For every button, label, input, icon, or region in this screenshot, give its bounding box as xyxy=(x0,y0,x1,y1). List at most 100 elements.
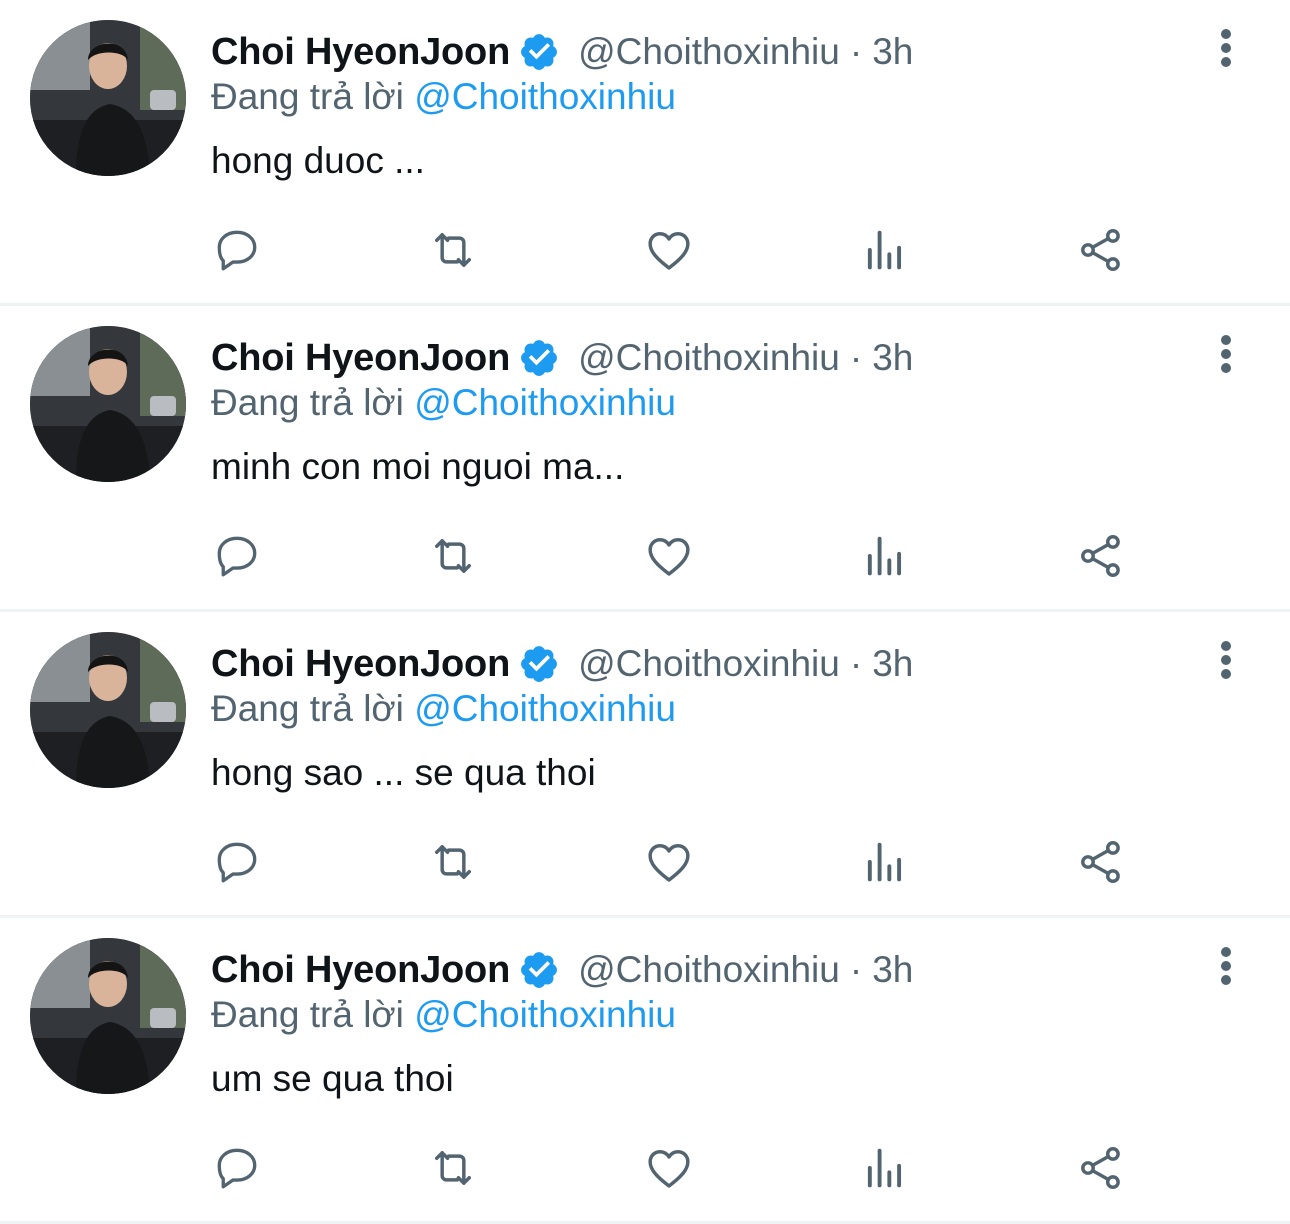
share-button[interactable] xyxy=(1073,834,1129,890)
retweet-button[interactable] xyxy=(425,1140,481,1196)
separator-dot: · xyxy=(849,337,863,378)
more-options-button[interactable] xyxy=(1204,20,1248,76)
avatar[interactable] xyxy=(30,20,186,176)
replying-to-line: Đang trả lời @Choithoxinhiu xyxy=(211,382,676,424)
tweet-header: Choi HyeonJoon @Choithoxinhiu · 3h xyxy=(211,26,913,78)
tweet-text: um se qua thoi xyxy=(211,1058,454,1099)
retweet-icon xyxy=(435,845,471,879)
share-icon xyxy=(1081,1146,1120,1190)
tweet-actions xyxy=(0,528,1290,584)
replying-to-line: Đang trả lời @Choithoxinhiu xyxy=(211,76,676,118)
tweet-text: hong sao ... se qua thoi xyxy=(211,752,596,793)
reply-icon xyxy=(217,230,257,271)
reply-button[interactable] xyxy=(209,222,265,278)
tweet[interactable]: Choi HyeonJoon @Choithoxinhiu · 3h Đang … xyxy=(0,0,1290,306)
heart-icon xyxy=(648,232,690,270)
author-handle[interactable]: @Choithoxinhiu xyxy=(578,31,840,73)
reply-icon xyxy=(217,536,257,577)
separator-dot: · xyxy=(849,31,863,72)
author-handle[interactable]: @Choithoxinhiu xyxy=(578,949,840,991)
tweet-header: Choi HyeonJoon @Choithoxinhiu · 3h xyxy=(211,944,913,996)
avatar[interactable] xyxy=(30,632,186,788)
reply-icon xyxy=(217,842,257,883)
tweet[interactable]: Choi HyeonJoon @Choithoxinhiu · 3h Đang … xyxy=(0,306,1290,612)
verified-badge-icon xyxy=(518,337,560,379)
tweet-actions xyxy=(0,834,1290,890)
more-vertical-icon xyxy=(1221,335,1231,373)
share-button[interactable] xyxy=(1073,528,1129,584)
avatar-photo-icon xyxy=(30,326,186,482)
share-icon xyxy=(1081,534,1120,578)
retweet-icon xyxy=(435,233,471,267)
verified-badge-icon xyxy=(518,31,560,73)
views-button[interactable] xyxy=(857,222,913,278)
separator-dot: · xyxy=(849,949,863,990)
replying-to-handle-link[interactable]: @Choithoxinhiu xyxy=(414,382,676,423)
more-options-button[interactable] xyxy=(1204,938,1248,994)
verified-badge-icon xyxy=(518,949,560,991)
replying-prefix: Đang trả lời xyxy=(211,76,404,117)
share-button[interactable] xyxy=(1073,222,1129,278)
avatar[interactable] xyxy=(30,326,186,482)
author-name[interactable]: Choi HyeonJoon xyxy=(211,643,510,686)
heart-icon xyxy=(648,538,690,576)
share-icon xyxy=(1081,840,1120,884)
like-button[interactable] xyxy=(641,222,697,278)
avatar-photo-icon xyxy=(30,938,186,1094)
retweet-icon xyxy=(435,539,471,573)
views-button[interactable] xyxy=(857,834,913,890)
tweet-timestamp[interactable]: 3h xyxy=(872,337,913,379)
tweet[interactable]: Choi HyeonJoon @Choithoxinhiu · 3h Đang … xyxy=(0,918,1290,1224)
share-button[interactable] xyxy=(1073,1140,1129,1196)
more-vertical-icon xyxy=(1221,29,1231,67)
avatar-photo-icon xyxy=(30,20,186,176)
more-options-button[interactable] xyxy=(1204,326,1248,382)
retweet-button[interactable] xyxy=(425,528,481,584)
author-name[interactable]: Choi HyeonJoon xyxy=(211,949,510,992)
views-icon xyxy=(867,230,902,270)
avatar-photo-icon xyxy=(30,632,186,788)
verified-badge-icon xyxy=(518,643,560,685)
like-button[interactable] xyxy=(641,1140,697,1196)
tweet-timestamp[interactable]: 3h xyxy=(872,643,913,685)
more-options-button[interactable] xyxy=(1204,632,1248,688)
views-button[interactable] xyxy=(857,528,913,584)
views-button[interactable] xyxy=(857,1140,913,1196)
like-button[interactable] xyxy=(641,834,697,890)
reply-icon xyxy=(217,1148,257,1189)
author-handle[interactable]: @Choithoxinhiu xyxy=(578,643,840,685)
author-name[interactable]: Choi HyeonJoon xyxy=(211,31,510,74)
author-handle[interactable]: @Choithoxinhiu xyxy=(578,337,840,379)
more-vertical-icon xyxy=(1221,641,1231,679)
reply-button[interactable] xyxy=(209,834,265,890)
views-icon xyxy=(867,536,902,576)
tweet-timestamp[interactable]: 3h xyxy=(872,31,913,73)
reply-button[interactable] xyxy=(209,528,265,584)
replying-prefix: Đang trả lời xyxy=(211,994,404,1035)
replying-to-line: Đang trả lời @Choithoxinhiu xyxy=(211,688,676,730)
tweet-actions xyxy=(0,1140,1290,1196)
tweet-text: hong duoc ... xyxy=(211,140,425,181)
replying-to-handle-link[interactable]: @Choithoxinhiu xyxy=(414,76,676,117)
retweet-button[interactable] xyxy=(425,222,481,278)
replying-to-handle-link[interactable]: @Choithoxinhiu xyxy=(414,994,676,1035)
replying-prefix: Đang trả lời xyxy=(211,382,404,423)
tweet-timestamp[interactable]: 3h xyxy=(872,949,913,991)
like-button[interactable] xyxy=(641,528,697,584)
more-vertical-icon xyxy=(1221,947,1231,985)
heart-icon xyxy=(648,844,690,882)
views-icon xyxy=(867,1148,902,1188)
avatar[interactable] xyxy=(30,938,186,1094)
author-name[interactable]: Choi HyeonJoon xyxy=(211,337,510,380)
views-icon xyxy=(867,842,902,882)
replying-to-line: Đang trả lời @Choithoxinhiu xyxy=(211,994,676,1036)
tweet[interactable]: Choi HyeonJoon @Choithoxinhiu · 3h Đang … xyxy=(0,612,1290,918)
tweet-actions xyxy=(0,222,1290,278)
tweet-header: Choi HyeonJoon @Choithoxinhiu · 3h xyxy=(211,638,913,690)
retweet-icon xyxy=(435,1151,471,1185)
separator-dot: · xyxy=(849,643,863,684)
replying-prefix: Đang trả lời xyxy=(211,688,404,729)
reply-button[interactable] xyxy=(209,1140,265,1196)
replying-to-handle-link[interactable]: @Choithoxinhiu xyxy=(414,688,676,729)
retweet-button[interactable] xyxy=(425,834,481,890)
